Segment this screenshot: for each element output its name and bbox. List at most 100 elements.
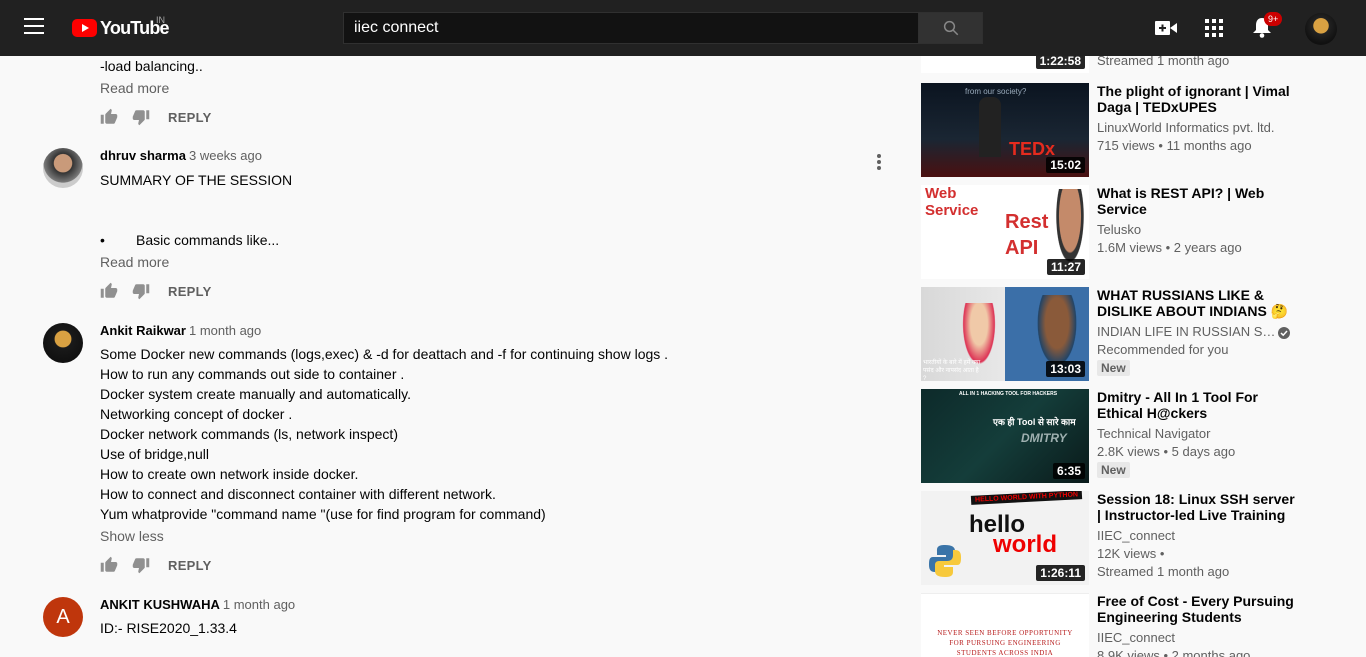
video-channel[interactable]: IIEC_connect (1097, 527, 1297, 545)
video-title[interactable]: Dmitry - All In 1 Tool For Ethical H@cke… (1097, 389, 1297, 421)
comment-text-line: Some Docker new commands (logs,exec) & -… (100, 346, 669, 362)
python-logo-icon (929, 545, 961, 577)
video-channel[interactable]: Telusko (1097, 221, 1297, 239)
video-thumbnail[interactable]: भारतीयों के बारे में हमें क्या पसंद और न… (921, 287, 1089, 381)
related-video-item[interactable]: HELLO WORLD WITH PYTHON hello world 1:26… (920, 491, 1340, 585)
video-stats: 715 views • 11 months ago (1097, 138, 1252, 153)
video-title[interactable]: WHAT RUSSIANS LIKE & DISLIKE ABOUT INDIA… (1097, 287, 1297, 319)
thumbs-up-icon[interactable] (100, 556, 118, 574)
comment-text-line: Networking concept of docker . (100, 406, 293, 422)
speaker-figure (979, 97, 1001, 157)
thumbnail-text: DMITRY (1021, 431, 1067, 445)
video-title[interactable]: The plight of ignorant | Vimal Daga | TE… (1097, 83, 1297, 115)
search-icon (943, 20, 958, 36)
thumbnail-text: Web Service (925, 185, 979, 219)
related-video-item[interactable]: from our society? TEDx 15:02 The plight … (920, 83, 1340, 177)
avatar[interactable]: A (43, 597, 83, 637)
avatar[interactable] (43, 148, 83, 188)
video-duration: 11:27 (1046, 259, 1085, 275)
video-duration: 6:35 (1052, 463, 1085, 479)
video-duration: 15:02 (1046, 157, 1085, 173)
comment-actions: REPLY (100, 281, 212, 301)
comment-actions: REPLY (100, 555, 212, 575)
comment-text-line: Yum whatprovide "command name "(use for … (100, 506, 546, 522)
video-channel[interactable]: Technical Navigator (1097, 425, 1297, 443)
video-stats: Streamed 1 month ago (1097, 564, 1230, 579)
thumbnail-text: भारतीयों के बारे में हमें क्या पसंद और न… (923, 360, 981, 381)
apps-grid-icon[interactable] (1202, 16, 1226, 40)
thumbnail-text: Rest API (1005, 211, 1049, 259)
video-duration: 13:03 (1046, 361, 1085, 377)
more-actions-icon[interactable] (871, 152, 887, 172)
video-channel[interactable]: LinuxWorld Informatics pvt. ltd. (1097, 119, 1297, 137)
new-badge: New (1097, 360, 1130, 376)
thumbs-up-icon[interactable] (100, 282, 118, 300)
thumbs-down-icon[interactable] (132, 282, 150, 300)
account-avatar[interactable] (1305, 13, 1337, 45)
related-video-item[interactable]: NEVER SEEN BEFORE OPPORTUNITY FOR PURSUI… (920, 593, 1340, 657)
video-channel[interactable]: IIEC_connect (1097, 629, 1297, 647)
search-button[interactable] (918, 12, 983, 44)
top-header: YouTube IN iiec connect 9+ (0, 0, 1366, 56)
menu-icon[interactable] (24, 18, 48, 38)
create-video-icon[interactable] (1154, 16, 1178, 40)
video-stats: 8.9K views • 2 months ago (1097, 648, 1251, 657)
read-more-link[interactable]: Read more (100, 254, 169, 270)
comment-text-line: How to connect and disconnect container … (100, 486, 496, 502)
video-stats: 12K views • (1097, 546, 1165, 561)
new-badge: New (1097, 462, 1130, 478)
video-title[interactable]: Session 18: Linux SSH server | Instructo… (1097, 491, 1297, 523)
logo-country: IN (156, 15, 165, 25)
reply-button[interactable]: REPLY (168, 110, 212, 125)
thumbnail-text: world (993, 531, 1057, 558)
comment-body: Some Docker new commands (logs,exec) & -… (100, 344, 668, 524)
video-thumbnail[interactable]: Web Service Rest API 11:27 (921, 185, 1089, 279)
verified-badge-icon (1278, 327, 1290, 339)
show-less-link[interactable]: Show less (100, 528, 164, 544)
search-input[interactable]: iiec connect (343, 12, 919, 44)
related-video-item[interactable]: ALL IN 1 HACKING TOOL FOR HACKERS एक ही … (920, 389, 1340, 483)
comment-author[interactable]: ANKIT KUSHWAHA 1 month ago (100, 597, 295, 612)
reply-button[interactable]: REPLY (168, 284, 212, 299)
comment-author[interactable]: dhruv sharma 3 weeks ago (100, 148, 262, 163)
reply-button[interactable]: REPLY (168, 558, 212, 573)
read-more-link[interactable]: Read more (100, 80, 169, 96)
comment-text-line: SUMMARY OF THE SESSION (100, 172, 293, 188)
notification-badge: 9+ (1264, 12, 1283, 26)
thumbnail-text: NEVER SEEN BEFORE OPPORTUNITY FOR PURSUI… (937, 629, 1073, 657)
related-video-item[interactable]: Web Service Rest API 11:27 What is REST … (920, 185, 1340, 279)
thumbnail-text: एक ही Tool से सारे काम (993, 417, 1076, 427)
comment-time[interactable]: 3 weeks ago (189, 148, 262, 163)
youtube-logo[interactable]: YouTube IN (72, 15, 170, 39)
video-stats: Recommended for you (1097, 342, 1229, 357)
video-thumbnail[interactable]: HELLO WORLD WITH PYTHON hello world 1:26… (921, 491, 1089, 585)
video-duration: 1:26:11 (1036, 565, 1085, 581)
comment-time[interactable]: 1 month ago (223, 597, 295, 612)
comment-text-line: Docker network commands (ls, network ins… (100, 426, 398, 442)
video-channel[interactable]: INDIAN LIFE IN RUSSIAN ST... (1097, 323, 1277, 341)
comment-text-line: How to run any commands out side to cont… (100, 366, 405, 382)
video-stats: 1.6M views • 2 years ago (1097, 240, 1242, 255)
comment-author[interactable]: Ankit Raikwar 1 month ago (100, 323, 261, 338)
video-stats: 2.8K views • 5 days ago (1097, 444, 1236, 459)
related-video-item[interactable]: भारतीयों के बारे में हमें क्या पसंद और न… (920, 287, 1340, 381)
video-thumbnail[interactable]: NEVER SEEN BEFORE OPPORTUNITY FOR PURSUI… (921, 593, 1089, 657)
youtube-play-icon (72, 19, 97, 37)
comment-text-line: How to create own network inside docker. (100, 466, 359, 482)
video-title[interactable]: What is REST API? | Web Service (1097, 185, 1297, 217)
thumbs-up-icon[interactable] (100, 108, 118, 126)
comment-text-line: • Basic commands like... (100, 232, 280, 248)
comment-time[interactable]: 1 month ago (189, 323, 261, 338)
video-thumbnail[interactable]: from our society? TEDx 15:02 (921, 83, 1089, 177)
thumbnail-banner: HELLO WORLD WITH PYTHON (970, 491, 1083, 505)
avatar[interactable] (43, 323, 83, 363)
video-thumbnail[interactable]: ALL IN 1 HACKING TOOL FOR HACKERS एक ही … (921, 389, 1089, 483)
comment-text-line: Docker system create manually and automa… (100, 386, 411, 402)
comment-text-line: Use of bridge,null (100, 446, 209, 462)
comment-text-line: ID:- RISE2020_1.33.4 (100, 620, 237, 636)
thumbs-down-icon[interactable] (132, 556, 150, 574)
comment-actions: REPLY (100, 107, 212, 127)
thumbs-down-icon[interactable] (132, 108, 150, 126)
video-title[interactable]: Free of Cost - Every Pursuing Engineerin… (1097, 593, 1297, 625)
thumbnail-text: from our society? (965, 87, 1027, 96)
